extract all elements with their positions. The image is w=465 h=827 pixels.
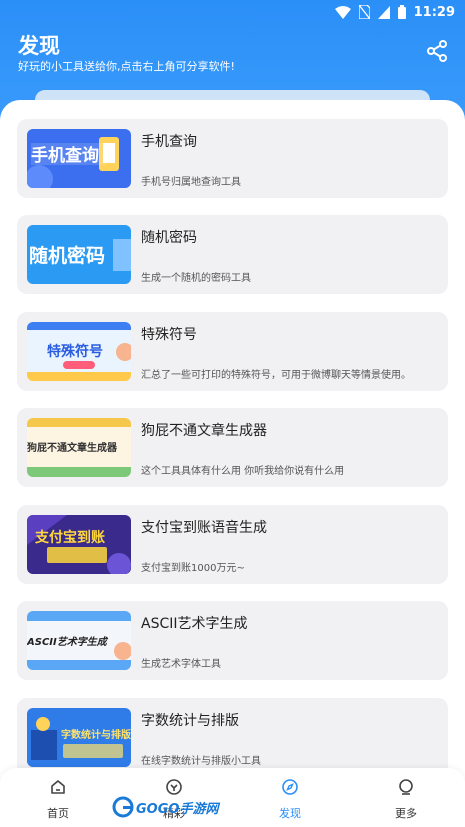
tool-title: 特殊符号 <box>141 327 197 343</box>
tool-card-word-count[interactable]: 字数统计与排版 字数统计与排版 在线字数统计与排版小工具 <box>17 698 448 777</box>
tool-thumbnail: 随机密码 <box>27 225 131 284</box>
tool-card-nonsense-article[interactable]: 狗屁不通文章生成器 狗屁不通文章生成器 这个工具具体有什么用 你听我给你说有什么… <box>17 408 448 487</box>
tool-card-phone-lookup[interactable]: 手机查询 手机查询 手机号归属地查询工具 <box>17 119 448 198</box>
tool-title: 支付宝到账语音生成 <box>141 520 267 536</box>
compass-icon <box>282 779 298 795</box>
home-icon <box>51 780 65 794</box>
thumb-text: 字数统计与排版 <box>61 728 131 741</box>
tool-thumbnail: 字数统计与排版 <box>27 708 131 767</box>
thumb-text: 支付宝到账 <box>34 529 105 546</box>
watermark-logo: GOGO手游网 <box>112 794 218 820</box>
thumb-text: 特殊符号 <box>47 343 103 360</box>
bottom-tab-bar: 首页 精彩 发现 更多 <box>0 768 465 827</box>
signal-icon <box>377 5 390 19</box>
tool-thumbnail: 手机查询 <box>27 129 131 188</box>
tool-thumbnail: 狗屁不通文章生成器 <box>27 418 131 477</box>
tool-description: 生成一个随机的密码工具 <box>141 273 251 284</box>
tab-home[interactable]: 首页 <box>0 768 116 827</box>
watermark-text: GOGO手游网 <box>136 801 219 817</box>
wifi-icon <box>334 5 351 19</box>
tool-thumbnail: 特殊符号 <box>27 322 131 381</box>
tool-title: ASCII艺术字生成 <box>141 616 248 632</box>
tab-label: 更多 <box>395 807 417 820</box>
tool-title: 手机查询 <box>141 134 197 150</box>
tool-card-random-password[interactable]: 随机密码 随机密码 生成一个随机的密码工具 <box>17 215 448 294</box>
status-time: 11:29 <box>413 4 455 20</box>
page-subtitle: 好玩的小工具送给你,点击右上角可分享软件! <box>18 60 235 73</box>
thumb-text: 狗屁不通文章生成器 <box>27 441 118 454</box>
tool-title: 字数统计与排版 <box>141 713 239 729</box>
watermark-g-icon <box>112 796 134 818</box>
more-icon <box>399 779 413 795</box>
page-title: 发现 <box>18 34 60 58</box>
tool-description: 支付宝到账1000万元~ <box>141 563 245 574</box>
share-button[interactable] <box>426 40 448 62</box>
tool-description: 在线字数统计与排版小工具 <box>141 756 261 767</box>
status-bar: 11:29 <box>334 3 455 21</box>
tool-thumbnail: ASCII艺术字生成 <box>27 611 131 670</box>
tool-card-alipay-voice[interactable]: 支付宝到账 支付宝到账语音生成 支付宝到账1000万元~ <box>17 505 448 584</box>
tool-card-special-symbols[interactable]: 特殊符号 特殊符号 汇总了一些可打印的特殊符号，可用于微博聊天等情景使用。 <box>17 312 448 391</box>
tool-description: 生成艺术字体工具 <box>141 659 221 670</box>
thumb-text: 随机密码 <box>29 244 105 267</box>
tab-label: 首页 <box>47 807 69 820</box>
tool-description: 汇总了一些可打印的特殊符号，可用于微博聊天等情景使用。 <box>141 370 411 381</box>
tool-thumbnail: 支付宝到账 <box>27 515 131 574</box>
tab-more[interactable]: 更多 <box>348 768 464 827</box>
tab-label: 发现 <box>279 807 301 820</box>
battery-icon <box>397 5 406 19</box>
thumb-text: ASCII艺术字生成 <box>27 636 109 648</box>
thumb-text: 手机查询 <box>31 145 99 166</box>
tool-title: 随机密码 <box>141 230 197 246</box>
tab-discover[interactable]: 发现 <box>232 768 348 827</box>
share-icon <box>427 40 447 62</box>
tool-title: 狗屁不通文章生成器 <box>141 423 267 439</box>
tool-description: 这个工具具体有什么用 你听我给你说有什么用 <box>141 466 345 477</box>
tool-card-ascii-art[interactable]: ASCII艺术字生成 ASCII艺术字生成 生成艺术字体工具 <box>17 601 448 680</box>
tool-description: 手机号归属地查询工具 <box>141 177 241 188</box>
no-sim-icon <box>358 5 370 19</box>
